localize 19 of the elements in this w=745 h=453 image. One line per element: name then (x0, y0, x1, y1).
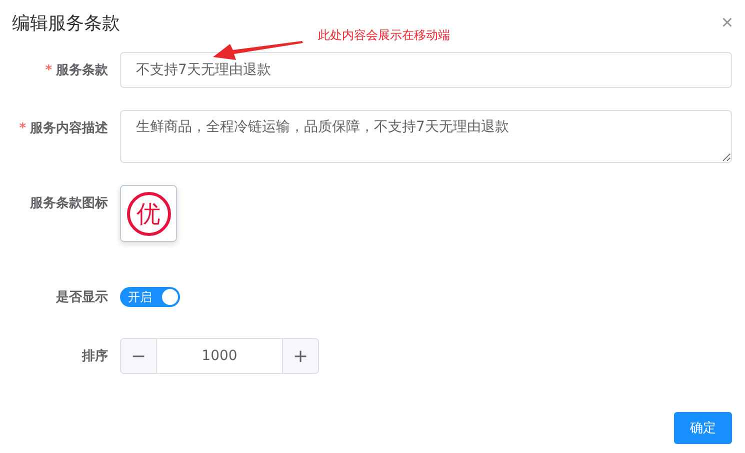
increment-button[interactable]: + (282, 339, 318, 373)
close-button[interactable]: × (721, 13, 733, 33)
decrement-button[interactable]: − (121, 339, 157, 373)
badge-icon: 优 (126, 192, 170, 236)
field-label: 是否显示 (56, 290, 108, 305)
dialog-title: 编辑服务条款 (12, 12, 120, 35)
field-label: 服务条款 (56, 63, 108, 78)
confirm-button[interactable]: 确定 (674, 412, 732, 444)
required-mark: * (45, 63, 52, 78)
icon-upload[interactable]: 优 (120, 185, 177, 242)
number-input[interactable]: − 1000 + (120, 338, 319, 374)
input-field[interactable]: 不支持7天无理由退款 (120, 52, 732, 88)
field-label: 排序 (82, 349, 108, 364)
toggle-switch[interactable]: 开启 (120, 287, 180, 307)
field-label: 服务条款图标 (30, 196, 108, 211)
field-label: 服务内容描述 (30, 121, 108, 136)
annotation-text: 此处内容会展示在移动端 (318, 27, 450, 44)
required-mark: * (19, 121, 26, 136)
textarea-field[interactable]: 生鲜商品，全程冷链运输，品质保障，不支持7天无理由退款 (120, 110, 732, 163)
